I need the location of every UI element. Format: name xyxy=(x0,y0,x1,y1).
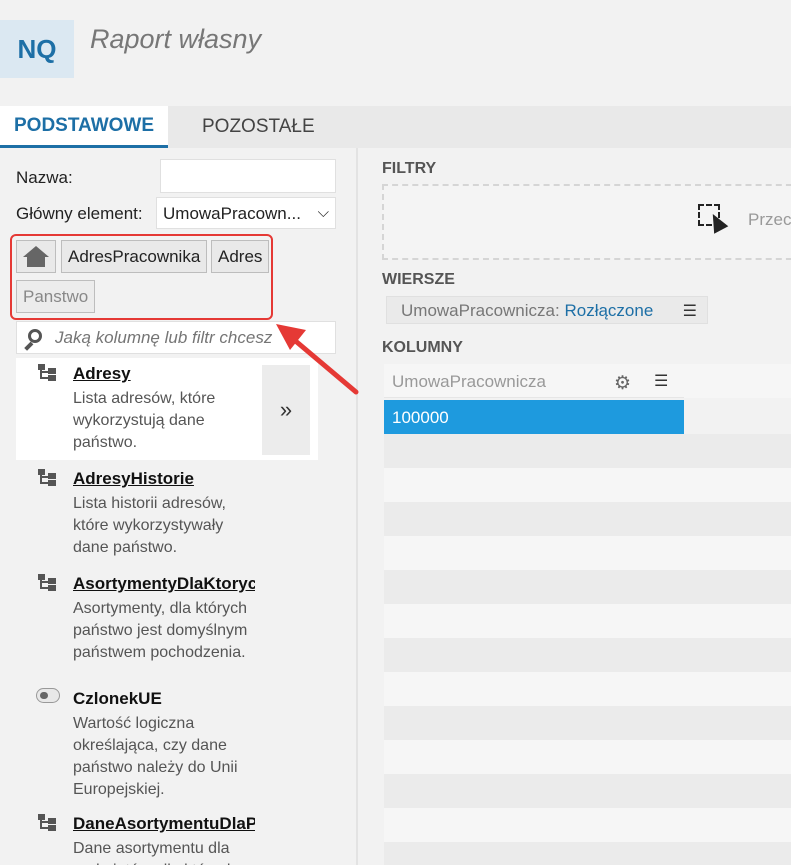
chevron-down-icon: ⌵ xyxy=(317,204,329,221)
list-item-description: Lista historii adresów, które wykorzysty… xyxy=(73,495,226,556)
tree-icon xyxy=(38,364,60,382)
drop-hint: Przec xyxy=(748,210,791,229)
row-chip-name: UmowaPracownicza: xyxy=(401,301,560,320)
list-scrollbar[interactable]: ▲ ⌄ xyxy=(334,358,336,865)
search-icon xyxy=(23,328,43,351)
columns-heading: KOLUMNY xyxy=(382,339,463,356)
menu-icon[interactable]: ☰ xyxy=(654,371,668,391)
list-item-daneasortymentu[interactable]: DaneAsortymentuDlaP Dane asortymentu dla… xyxy=(16,808,318,865)
breadcrumb-adrespracownika[interactable]: AdresPracownika xyxy=(61,240,208,273)
grid-row xyxy=(384,570,791,604)
list-item-name: DaneAsortymentuDlaP xyxy=(73,814,255,833)
name-label: Nazwa: xyxy=(16,168,73,187)
list-item-description: Dane asortymentu dla podmiotów, dla któr… xyxy=(73,840,236,865)
list-item-adresyhistorie[interactable]: AdresyHistorie Lista historii adresów, k… xyxy=(16,463,318,563)
selected-cell[interactable]: 100000 xyxy=(384,400,684,434)
column-list: Adresy Lista adresów, które wykorzystują… xyxy=(16,358,336,865)
rows-heading: WIERSZE xyxy=(382,271,455,288)
row-chip-state: Rozłączone xyxy=(564,301,654,320)
row-chip[interactable]: UmowaPracownicza: Rozłączone ☰ xyxy=(386,296,708,324)
list-item-description: Lista adresów, które wykorzystują dane p… xyxy=(73,390,216,451)
right-panel: FILTRY Przec WIERSZE UmowaPracownicza: R… xyxy=(358,148,791,865)
list-item-czlonekue[interactable]: CzlonekUE Wartość logiczna określająca, … xyxy=(16,683,318,803)
list-item-asortymenty[interactable]: AsortymentyDlaKtoryc Asortymenty, dla kt… xyxy=(16,568,318,673)
column-header-label: UmowaPracownicza xyxy=(392,372,546,391)
name-input[interactable] xyxy=(160,159,336,193)
list-item-name: CzlonekUE xyxy=(73,689,162,708)
grid-row xyxy=(384,638,791,672)
breadcrumb-panstwo: Panstwo xyxy=(16,280,96,313)
grid-row xyxy=(384,706,791,740)
menu-icon[interactable]: ☰ xyxy=(683,301,697,321)
toggle-icon xyxy=(36,688,60,703)
list-item-name: AdresyHistorie xyxy=(73,469,194,488)
grid-row xyxy=(384,502,791,536)
page-title: Raport własny xyxy=(90,24,262,54)
grid-row xyxy=(384,468,791,502)
app-logo: NQ xyxy=(0,20,74,78)
main-element-select[interactable]: UmowaPracown... ⌵ xyxy=(156,197,336,229)
report-window: NQ Raport własny PODSTAWOWE POZOSTAŁE Na… xyxy=(0,0,791,865)
grid-row xyxy=(384,604,791,638)
tree-icon xyxy=(38,469,60,487)
search-box xyxy=(16,321,336,354)
grid-row xyxy=(384,774,791,808)
tab-pozostale[interactable]: POZOSTAŁE xyxy=(188,106,329,148)
list-item-adresy[interactable]: Adresy Lista adresów, które wykorzystują… xyxy=(16,358,318,460)
grid-row xyxy=(384,434,791,468)
filters-heading: FILTRY xyxy=(382,160,437,177)
breadcrumb: AdresPracownika Adres Panstwo xyxy=(10,234,273,320)
tree-icon xyxy=(38,574,60,592)
home-icon xyxy=(23,245,49,268)
breadcrumb-home-button[interactable] xyxy=(16,240,56,273)
left-panel: Nazwa: Główny element: UmowaPracown... ⌵… xyxy=(0,148,356,865)
list-item-name: AsortymentyDlaKtoryc xyxy=(73,574,255,593)
main-element-label: Główny element: xyxy=(16,204,143,223)
drag-drop-icon xyxy=(698,204,732,238)
expand-button[interactable]: » xyxy=(262,365,310,455)
list-item-description: Asortymenty, dla których państwo jest do… xyxy=(73,600,248,661)
result-grid: UmowaPracownicza ⚙ ☰ 100000 xyxy=(384,364,791,865)
header: NQ Raport własny xyxy=(0,0,791,106)
grid-row xyxy=(384,536,791,570)
gear-icon[interactable]: ⚙ xyxy=(614,372,631,395)
grid-row xyxy=(384,672,791,706)
tab-podstawowe[interactable]: PODSTAWOWE xyxy=(0,106,169,148)
grid-row xyxy=(384,842,791,865)
main-element-value: UmowaPracown... xyxy=(163,204,301,223)
grid-row xyxy=(384,808,791,842)
search-input[interactable] xyxy=(55,326,291,350)
column-header[interactable]: UmowaPracownicza ⚙ ☰ xyxy=(384,364,684,398)
breadcrumb-adres[interactable]: Adres xyxy=(211,240,270,273)
tree-icon xyxy=(38,814,60,832)
tab-bar: PODSTAWOWE POZOSTAŁE xyxy=(0,106,791,148)
list-item-name: Adresy xyxy=(73,364,131,383)
list-item-description: Wartość logiczna określająca, czy dane p… xyxy=(73,715,238,798)
filters-drop-zone[interactable]: Przec xyxy=(382,184,791,260)
grid-row xyxy=(384,740,791,774)
